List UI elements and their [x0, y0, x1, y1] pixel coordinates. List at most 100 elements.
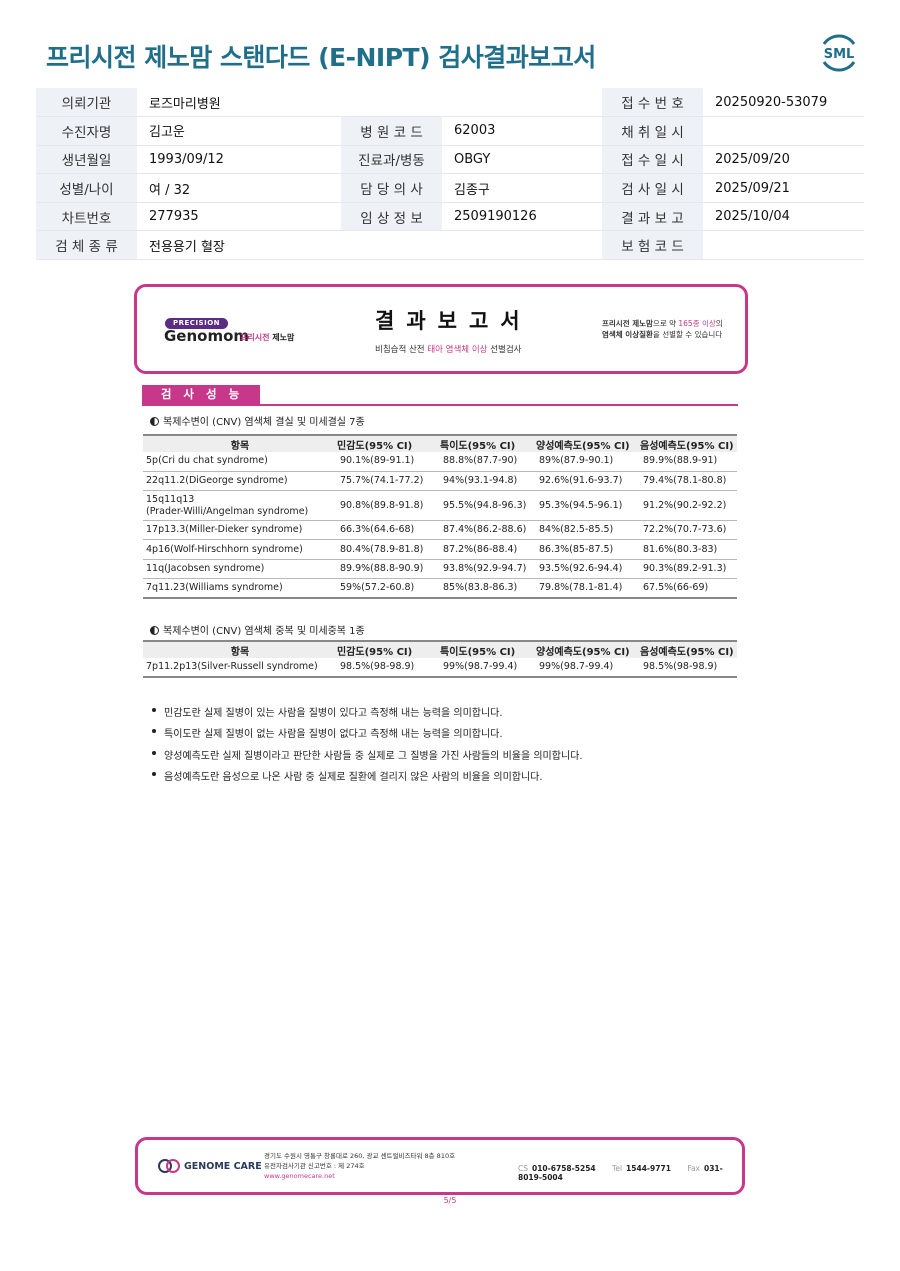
info-value: 20250920-53079: [703, 88, 864, 118]
row-label: 11q(Jacobsen syndrome): [143, 559, 337, 579]
info-value: 1993/09/12: [137, 145, 341, 175]
half-circle-icon: [150, 417, 159, 426]
info-value: 여 / 32: [137, 173, 341, 203]
table-cell: 72.2%(70.7-73.6): [640, 520, 737, 541]
table-cell: 79.8%(78.1-81.4): [536, 578, 640, 599]
table-cell: 86.3%(85-87.5): [536, 539, 640, 560]
info-row: 생년월일 1993/09/12 진료과/병동 OBGY 접 수 일 시 2025/09/2…: [36, 145, 864, 175]
report-title: 결과보고서: [375, 309, 532, 333]
table-cell: 98.5%(98-98.9): [640, 658, 737, 679]
note-item: 특이도란 실제 질병이 없는 사람을 질병이 없다고 측정해 내는 능력을 의미…: [152, 725, 583, 746]
info-row: 차트번호 277935 임 상 정 보 2509190126 결 과 보 고 2025/1…: [36, 202, 864, 232]
column-header: 특이도(95% CI): [440, 440, 516, 452]
table-cell: 84%(82.5-85.5): [536, 520, 640, 541]
row-label: 22q11.2(DiGeorge syndrome): [143, 471, 337, 492]
table1-heading: 복제수변이 (CNV) 염색체 결실 및 미세결실 7종: [150, 413, 365, 428]
company-url[interactable]: www.genomecare.net: [264, 1171, 455, 1181]
definition-notes: 민감도란 실제 질병이 있는 사람을 질병이 있다고 측정해 내는 능력을 의미…: [152, 704, 583, 790]
info-label: 접 수 번 호: [602, 88, 703, 118]
info-label: 검 체 종 류: [36, 230, 137, 261]
sml-logo-icon: SML: [822, 34, 856, 72]
table-cell: 95.3%(94.5-96.1): [536, 490, 640, 522]
info-value: [703, 230, 864, 261]
brand-sub: 프리시전 제노맘: [240, 333, 295, 342]
table-cell: 90.1%(89-91.1): [337, 452, 440, 472]
genome-care-logo-icon: [158, 1159, 180, 1173]
info-label: 의뢰기관: [36, 88, 137, 118]
info-label: [341, 88, 442, 118]
info-label: 채 취 일 시: [602, 116, 703, 146]
report-header-box: PRECISION Genomom 프리시전 제노맘 결과보고서 비침습적 산전…: [134, 284, 748, 374]
report-subtitle: 비침습적 산전 태아 염색체 이상 선별검사: [375, 345, 522, 355]
table-cell: 98.5%(98-98.9): [337, 658, 440, 679]
info-value: 2509190126: [442, 202, 602, 232]
table-cell: 89.9%(88.9-91): [640, 452, 737, 472]
table-row: 7p11.2p13(Silver-Russell syndrome) 98.5%(…: [143, 658, 737, 679]
duplication-performance-table: 항목 민감도(95% CI) 특이도(95% CI) 양성예측도(95% CI) 음성예…: [143, 640, 737, 679]
table-row: 17p13.3(Miller-Dieker syndrome) 66.3%(64.…: [143, 520, 737, 541]
section-tab-performance: 검사성능: [142, 385, 260, 404]
info-label: 성별/나이: [36, 173, 137, 203]
table-cell: 59%(57.2-60.8): [337, 578, 440, 599]
column-header: 항목: [230, 646, 250, 658]
table-row: 4p16(Wolf-Hirschhorn syndrome) 80.4%(78.9…: [143, 539, 737, 560]
info-row: 성별/나이 여 / 32 담 당 의 사 김종구 검 사 일 시 2025/09/21: [36, 173, 864, 203]
table-cell: 93.8%(92.9-94.7): [440, 559, 536, 579]
row-label: 5p(Cri du chat syndrome): [143, 452, 337, 472]
row-label: 17p13.3(Miller-Dieker syndrome): [143, 520, 337, 541]
column-header: 특이도(95% CI): [440, 646, 516, 658]
page-number: 5/5: [443, 1196, 457, 1205]
column-header: 양성예측도(95% CI): [536, 646, 630, 658]
info-row: 검 체 종 류 전용용기 혈장 보 험 코 드: [36, 230, 864, 261]
report-note: 프리시전 제노맘으로 약 165종 이상의 염색체 이상질환을 선별할 수 있습니…: [602, 319, 723, 339]
column-header: 음성예측도(95% CI): [640, 440, 734, 452]
info-value: [703, 116, 864, 146]
table-cell: 94%(93.1-94.8): [440, 471, 536, 492]
info-label: 임 상 정 보: [341, 202, 442, 232]
info-value: 로즈마리병원: [137, 88, 341, 118]
table-cell: 90.3%(89.2-91.3): [640, 559, 737, 579]
table-cell: 80.4%(78.9-81.8): [337, 539, 440, 560]
info-value: 277935: [137, 202, 341, 232]
column-header: 항목: [230, 440, 250, 452]
row-label: 7p11.2p13(Silver-Russell syndrome): [143, 658, 337, 679]
table-row: 11q(Jacobsen syndrome) 89.9%(88.8-90.9) 93…: [143, 559, 737, 579]
table-cell: 87.2%(86-88.4): [440, 539, 536, 560]
info-row: 의뢰기관 로즈마리병원 접 수 번 호 20250920-53079: [36, 88, 864, 118]
info-value: 김고운: [137, 116, 341, 146]
info-label: 생년월일: [36, 145, 137, 175]
info-label: 수진자명: [36, 116, 137, 146]
table-cell: 89.9%(88.8-90.9): [337, 559, 440, 579]
table-cell: 99%(98.7-99.4): [536, 658, 640, 679]
table-cell: 88.8%(87.7-90): [440, 452, 536, 472]
table-cell: 75.7%(74.1-77.2): [337, 471, 440, 492]
info-label: 결 과 보 고: [602, 202, 703, 232]
company-name: GENOME CARE: [184, 1161, 262, 1172]
info-value: [442, 230, 602, 261]
info-value: 62003: [442, 116, 602, 146]
info-label: 담 당 의 사: [341, 173, 442, 203]
table-cell: 67.5%(66-69): [640, 578, 737, 599]
column-header: 민감도(95% CI): [337, 440, 413, 452]
patient-info-table: 의뢰기관 로즈마리병원 접 수 번 호 20250920-53079 수진자명 김고운 병 …: [36, 88, 864, 261]
info-label: [341, 230, 442, 261]
info-value: OBGY: [442, 145, 602, 175]
note-item: 음성예측도란 음성으로 나온 사람 중 실제로 질환에 걸리지 않은 사람의 비…: [152, 768, 583, 789]
table-cell: 81.6%(80.3-83): [640, 539, 737, 560]
table2-heading: 복제수변이 (CNV) 염색체 중복 및 미세중복 1종: [150, 622, 365, 637]
row-label: 4p16(Wolf-Hirschhorn syndrome): [143, 539, 337, 560]
column-header: 음성예측도(95% CI): [640, 646, 734, 658]
table-cell: 95.5%(94.8-96.3): [440, 490, 536, 522]
info-label: 보 험 코 드: [602, 230, 703, 261]
page-title: 프리시전 제노맘 스탠다드 (E-NIPT) 검사결과보고서: [46, 43, 596, 72]
table-row: 15q11q13 (Prader-Willi/Angelman syndrome…: [143, 490, 737, 522]
table-row: 7q11.23(Williams syndrome) 59%(57.2-60.8)…: [143, 578, 737, 599]
table-cell: 91.2%(90.2-92.2): [640, 490, 737, 522]
info-value: 전용용기 혈장: [137, 230, 341, 261]
info-value: 김종구: [442, 173, 602, 203]
note-item: 양성예측도란 실제 질병이라고 판단한 사람들 중 실제로 그 질병을 가진 사…: [152, 747, 583, 768]
svg-text:SML: SML: [824, 47, 855, 62]
info-label: 접 수 일 시: [602, 145, 703, 175]
column-header: 양성예측도(95% CI): [536, 440, 630, 452]
table-cell: 90.8%(89.8-91.8): [337, 490, 440, 522]
